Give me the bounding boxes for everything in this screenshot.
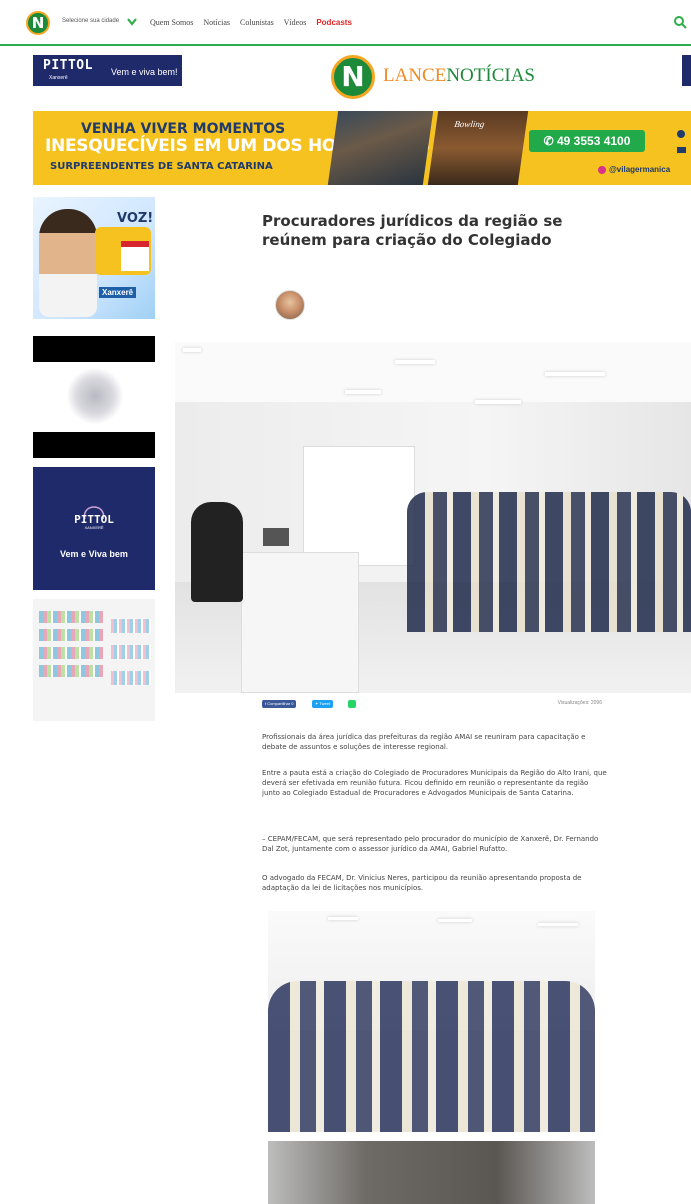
pittol-header-ad[interactable]: PITTOL Xanxerê Vem e viva bem! [33,55,182,86]
globe-graphic [67,368,123,424]
top-navbar: N Selecione sua cidade Quem Somos Notíci… [0,0,691,46]
ceiling-light [545,372,605,376]
article-photo-3 [268,1141,595,1204]
site-logo-icon[interactable]: N [26,11,50,35]
photo-speaker [191,502,243,602]
sidebar-ad-pharmacy[interactable] [33,599,155,721]
menu-quem-somos[interactable]: Quem Somos [150,18,193,27]
menu-noticias[interactable]: Notícias [203,18,230,27]
search-icon[interactable] [673,15,687,29]
hotel-line1: VENHA VIVER MOMENTOS [81,121,286,137]
hotel-phone: ✆ 49 3553 4100 [529,130,645,152]
city-select[interactable]: Selecione sua cidade [62,18,119,24]
hotel-banner-ad[interactable]: VENHA VIVER MOMENTOS INESQUECÍVEIS EM UM… [33,111,691,185]
shelf [111,671,151,685]
main-menu: Quem Somos Notícias Colunistas Vídeos Po… [150,18,360,27]
header-ad-edge[interactable] [682,55,691,86]
woman-photo [39,209,97,317]
sidebar-ad-pittol[interactable]: PITTOL XANXERÊ Vem e Viva bem [33,467,155,590]
ceiling-light [475,400,521,404]
shelf [39,611,103,623]
ceiling-light [328,917,358,920]
globe-icon [677,130,685,138]
shelf [39,629,103,641]
menu-podcasts[interactable]: Podcasts [316,18,352,27]
article-main-photo [175,342,691,693]
article-photo-2 [268,911,595,1132]
ceiling-light [438,919,472,922]
instagram-icon [598,165,606,174]
article-title: Procuradores jurídicos da região se reún… [262,212,563,249]
share-facebook-button[interactable]: f Compartilhar 0 [262,700,297,708]
ceiling-light [183,348,201,352]
lance-noticias-logo[interactable]: N LANCENOTÍCIAS [331,55,541,99]
chevron-down-icon[interactable] [126,17,138,27]
sidebar-ad-voz[interactable]: VOZ! Xanxerê [33,197,155,319]
view-count: Visualizações: 2096 [557,700,602,706]
photo-laptop [263,528,289,546]
photo-audience [407,492,691,632]
sidebar-ad-video[interactable] [33,336,155,458]
article-paragraph: O advogado da FECAM, Dr. Vinicius Neres,… [262,874,582,892]
ad-voz-headline: VOZ! [117,211,154,226]
photo-door [303,446,415,566]
photo-ceiling [175,342,691,402]
bowling-photo: Bowling [427,111,529,185]
pittol-sub-side: XANXERÊ [84,525,104,530]
author-avatar[interactable] [275,290,305,320]
calendar-icon [121,241,149,271]
pittol-tagline: Vem e viva bem! [111,67,178,77]
share-bar: f Compartilhar 0 ✦ Tweet Visualizações: … [262,700,602,710]
pittol-tagline-side: Vem e Viva bem [60,549,128,559]
hotel-photo [327,111,434,185]
ceiling-light [395,360,435,364]
ceiling-light [345,390,381,394]
shelf [39,647,103,659]
hotel-line3: SURPREENDENTES DE SANTA CATARINA [50,161,273,172]
article-paragraph: Profissionais da área jurídica das prefe… [262,733,586,751]
hotel-instagram: @vilagermanica [598,165,670,174]
shelf [111,645,151,659]
pittol-brand: PITTOL [43,58,93,73]
pittol-sub: Xanxerê [49,75,68,81]
ceiling-light [538,923,578,926]
logo-text: LANCENOTÍCIAS [383,65,535,86]
menu-videos[interactable]: Vídeos [284,18,307,27]
share-whatsapp-icon[interactable] [348,700,356,708]
article-paragraph: Entre a pauta está a criação do Colegiad… [262,769,607,797]
photo-audience [268,981,595,1132]
article-paragraph: – CEPAM/FECAM, que será representado pel… [262,835,599,853]
photo-desk [241,552,359,693]
ad-voz-brand: Xanxerê [99,287,137,298]
shelf [111,619,151,633]
menu-colunistas[interactable]: Colunistas [240,18,274,27]
share-twitter-button[interactable]: ✦ Tweet [312,700,334,708]
shelf [39,665,103,677]
logo-n-icon: N [331,55,375,99]
mail-icon [677,147,686,153]
